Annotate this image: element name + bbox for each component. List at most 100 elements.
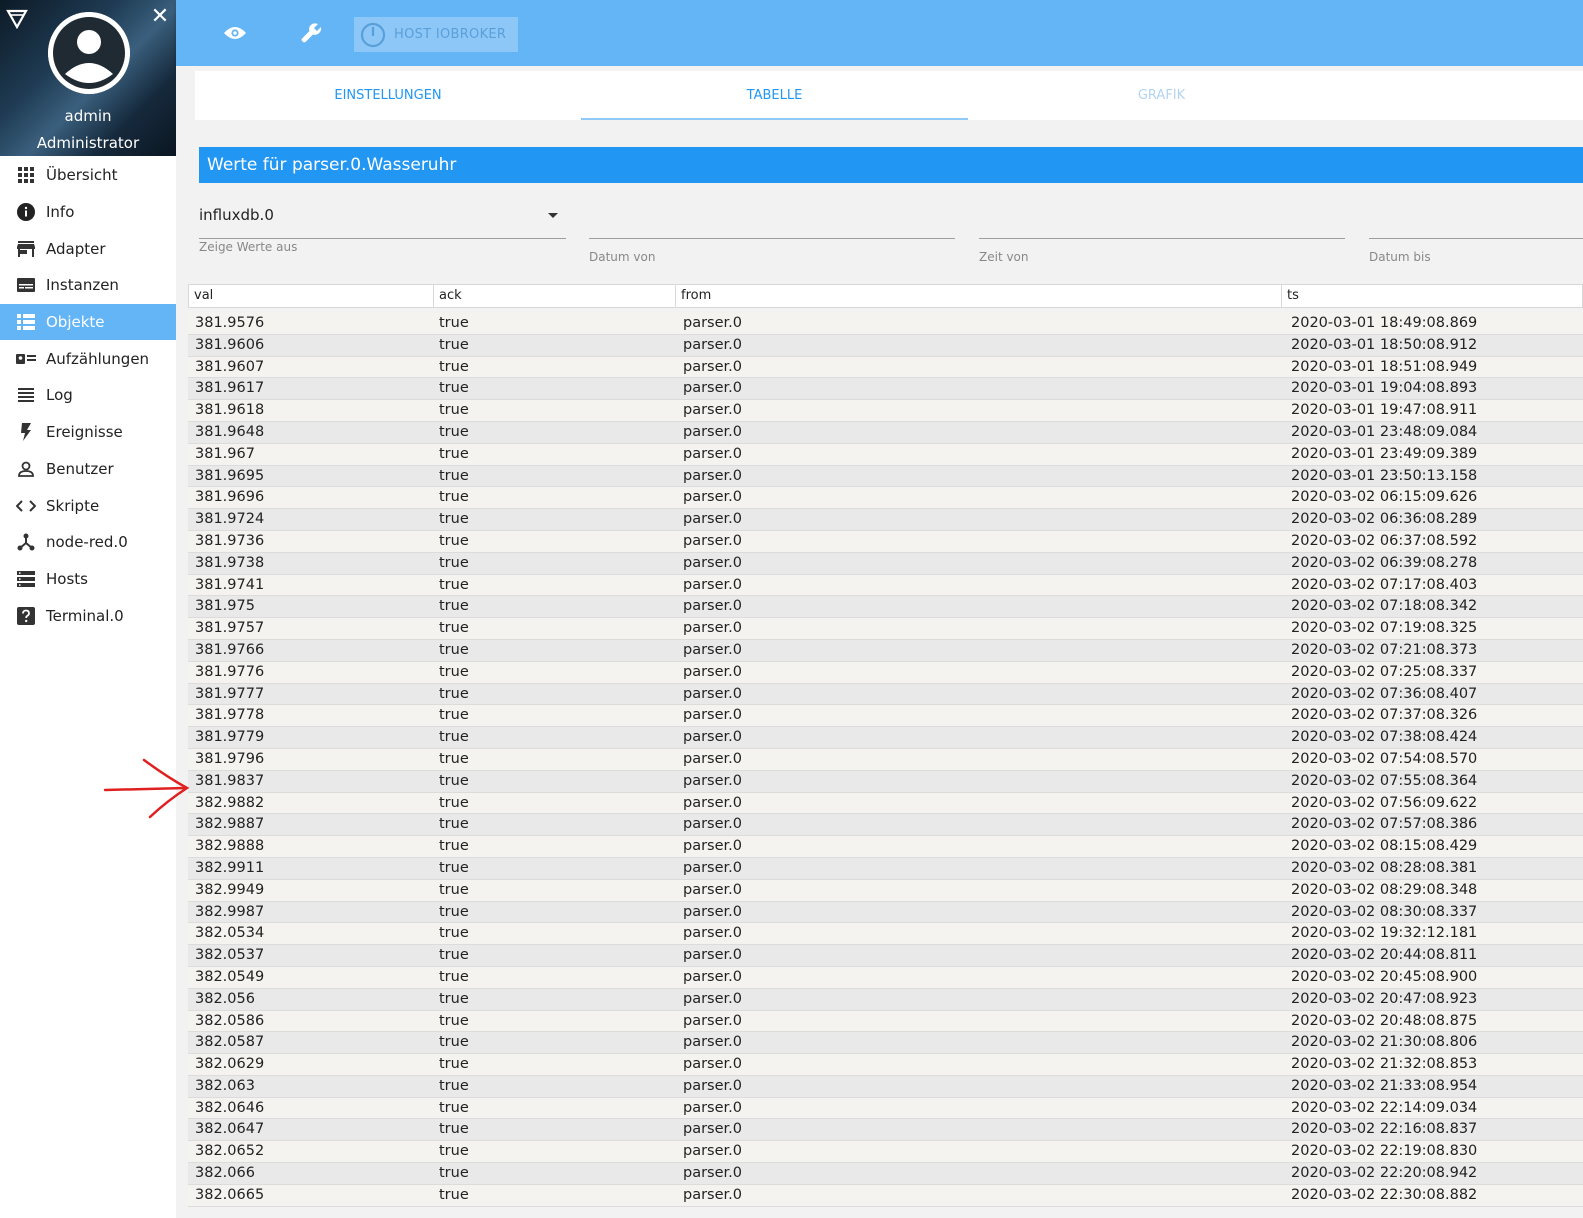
sidebar-item-terminal[interactable]: Terminal.0 bbox=[0, 597, 176, 634]
tab-grafik[interactable]: GRAFIK bbox=[968, 71, 1355, 120]
close-sidebar-icon[interactable]: ✕ bbox=[149, 6, 171, 28]
cell-ack: true bbox=[439, 336, 469, 353]
table-row[interactable]: 382.9888 true parser.0 2020-03-02 08:15:08.… bbox=[188, 836, 1583, 858]
host-button-label: HOST IOBROKER bbox=[394, 27, 507, 42]
table-row[interactable]: 381.967 true parser.0 2020-03-01 23:49:09.3… bbox=[188, 443, 1583, 466]
table-row[interactable]: 381.9696 true parser.0 2020-03-02 06:15:09.… bbox=[188, 487, 1583, 510]
cell-ack: true bbox=[439, 838, 469, 855]
cell-from: parser.0 bbox=[683, 1143, 742, 1160]
table-row[interactable]: 381.9648 true parser.0 2020-03-01 23:48:09.… bbox=[188, 421, 1583, 444]
sidebar-item-uebersicht[interactable]: Übersicht bbox=[0, 157, 176, 194]
cell-val: 381.9738 bbox=[195, 554, 265, 571]
column-header-val[interactable]: val bbox=[189, 285, 434, 307]
table-row[interactable]: 382.0629 true parser.0 2020-03-02 21:32:08.… bbox=[188, 1054, 1583, 1076]
cell-ts: 2020-03-02 22:19:08.830 bbox=[1291, 1143, 1478, 1160]
sidebar-item-label: node-red.0 bbox=[46, 533, 128, 552]
tab-label: EINSTELLUNGEN bbox=[334, 88, 442, 103]
table-row[interactable]: 381.9766 true parser.0 2020-03-02 07:21:08.… bbox=[188, 639, 1583, 662]
table-row[interactable]: 381.9736 true parser.0 2020-03-02 06:37:08.… bbox=[188, 530, 1583, 553]
cell-ts: 2020-03-02 08:15:08.429 bbox=[1291, 838, 1478, 855]
table-row[interactable]: 381.9695 true parser.0 2020-03-01 23:50:13.… bbox=[188, 465, 1583, 488]
table-row[interactable]: 381.9606 true parser.0 2020-03-01 18:50:08.… bbox=[188, 334, 1583, 357]
table-row[interactable]: 381.9738 true parser.0 2020-03-02 06:39:08.… bbox=[188, 552, 1583, 575]
history-table: val ack from ts 381.9576 true parser.0 2020… bbox=[188, 284, 1583, 1207]
sidebar-item-skripte[interactable]: Skripte bbox=[0, 487, 176, 524]
table-row[interactable]: 382.0587 true parser.0 2020-03-02 21:30:08.… bbox=[188, 1032, 1583, 1055]
log-lines-icon bbox=[16, 385, 36, 405]
table-row[interactable]: 381.9796 true parser.0 2020-03-02 07:54:08.… bbox=[188, 748, 1583, 771]
sidebar-item-node-red[interactable]: node-red.0 bbox=[0, 524, 176, 561]
cell-ts: 2020-03-02 21:30:08.806 bbox=[1291, 1034, 1478, 1051]
sidebar-item-log[interactable]: Log bbox=[0, 377, 176, 414]
cell-ack: true bbox=[439, 859, 469, 876]
table-row[interactable]: 381.9777 true parser.0 2020-03-02 07:36:08.… bbox=[188, 683, 1583, 706]
cell-ts: 2020-03-02 07:38:08.424 bbox=[1291, 729, 1478, 746]
sidebar-item-objekte[interactable]: Objekte bbox=[0, 303, 176, 341]
tab-tabelle[interactable]: TABELLE bbox=[581, 71, 968, 120]
cell-ts: 2020-03-02 07:37:08.326 bbox=[1291, 707, 1478, 724]
cell-from: parser.0 bbox=[683, 663, 742, 680]
wrench-icon[interactable] bbox=[295, 16, 329, 50]
host-iobroker-button[interactable]: HOST IOBROKER bbox=[354, 17, 518, 52]
cell-ack: true bbox=[439, 402, 469, 419]
sidebar-item-adapter[interactable]: Adapter bbox=[0, 230, 176, 267]
cell-ts: 2020-03-02 08:29:08.348 bbox=[1291, 881, 1478, 898]
table-row[interactable]: 381.975 true parser.0 2020-03-02 07:18:08.3… bbox=[188, 596, 1583, 619]
cell-ack: true bbox=[439, 707, 469, 724]
sidebar-item-aufzaehlungen[interactable]: Aufzählungen bbox=[0, 340, 176, 377]
table-row[interactable]: 382.0665 true parser.0 2020-03-02 22:30:08.… bbox=[188, 1184, 1583, 1207]
table-row[interactable]: 382.0646 true parser.0 2020-03-02 22:14:09.… bbox=[188, 1097, 1583, 1120]
table-row[interactable]: 381.9837 true parser.0 2020-03-02 07:55:08.… bbox=[188, 770, 1583, 793]
iobroker-logo-icon[interactable] bbox=[6, 9, 28, 29]
table-row[interactable]: 382.063 true parser.0 2020-03-02 21:33:08.9… bbox=[188, 1075, 1583, 1098]
column-header-from[interactable]: from bbox=[676, 285, 1282, 307]
sidebar-item-ereignisse[interactable]: Ereignisse bbox=[0, 414, 176, 451]
cell-val: 381.9724 bbox=[195, 511, 265, 528]
table-row[interactable]: 382.056 true parser.0 2020-03-02 20:47:08.9… bbox=[188, 988, 1583, 1011]
table-row[interactable]: 381.9618 true parser.0 2020-03-01 19:47:08.… bbox=[188, 400, 1583, 422]
table-row[interactable]: 381.9724 true parser.0 2020-03-02 06:36:08.… bbox=[188, 509, 1583, 531]
table-row[interactable]: 381.9617 true parser.0 2020-03-01 19:04:08.… bbox=[188, 378, 1583, 401]
table-row[interactable]: 381.9607 true parser.0 2020-03-01 18:51:08.… bbox=[188, 356, 1583, 379]
table-row[interactable]: 382.0647 true parser.0 2020-03-02 22:16:08.… bbox=[188, 1119, 1583, 1142]
cell-from: parser.0 bbox=[683, 576, 742, 593]
tab-einstellungen[interactable]: EINSTELLUNGEN bbox=[195, 71, 581, 120]
table-row[interactable]: 382.0534 true parser.0 2020-03-02 19:32:12.… bbox=[188, 923, 1583, 946]
table-row[interactable]: 382.9987 true parser.0 2020-03-02 08:30:08.… bbox=[188, 901, 1583, 924]
table-row[interactable]: 381.9778 true parser.0 2020-03-02 07:37:08.… bbox=[188, 705, 1583, 728]
cell-val: 382.0652 bbox=[195, 1143, 265, 1160]
sidebar-item-benutzer[interactable]: Benutzer bbox=[0, 451, 176, 488]
cell-val: 382.9949 bbox=[195, 881, 265, 898]
sidebar-item-info[interactable]: Info bbox=[0, 194, 176, 231]
table-row[interactable]: 382.9949 true parser.0 2020-03-02 08:29:08.… bbox=[188, 879, 1583, 902]
column-header-ts[interactable]: ts bbox=[1282, 285, 1582, 307]
cell-val: 381.9576 bbox=[195, 315, 265, 331]
table-row[interactable]: 382.0549 true parser.0 2020-03-02 20:45:08.… bbox=[188, 966, 1583, 989]
eye-icon[interactable] bbox=[218, 16, 252, 50]
table-row[interactable]: 381.9757 true parser.0 2020-03-02 07:19:08.… bbox=[188, 618, 1583, 640]
table-row[interactable]: 381.9576 true parser.0 2020-03-01 18:49:08.… bbox=[188, 313, 1583, 335]
cell-from: parser.0 bbox=[683, 1077, 742, 1094]
table-row[interactable]: 382.066 true parser.0 2020-03-02 22:20:08.9… bbox=[188, 1163, 1583, 1185]
cell-ack: true bbox=[439, 1121, 469, 1138]
sidebar-item-hosts[interactable]: Hosts bbox=[0, 561, 176, 598]
table-row[interactable]: 382.0537 true parser.0 2020-03-02 20:44:08.… bbox=[188, 945, 1583, 967]
cell-ts: 2020-03-02 21:32:08.853 bbox=[1291, 1056, 1478, 1073]
cell-ts: 2020-03-02 07:19:08.325 bbox=[1291, 620, 1478, 637]
table-row[interactable]: 382.9887 true parser.0 2020-03-02 07:57:08.… bbox=[188, 814, 1583, 837]
table-row[interactable]: 382.9882 true parser.0 2020-03-02 07:56:09.… bbox=[188, 792, 1583, 815]
sidebar-item-instanzen[interactable]: Instanzen bbox=[0, 267, 176, 304]
cell-ts: 2020-03-02 08:30:08.337 bbox=[1291, 903, 1478, 920]
table-row[interactable]: 381.9779 true parser.0 2020-03-02 07:38:08.… bbox=[188, 727, 1583, 749]
table-row[interactable]: 382.9911 true parser.0 2020-03-02 08:28:08.… bbox=[188, 857, 1583, 880]
cell-ack: true bbox=[439, 576, 469, 593]
table-row[interactable]: 382.0652 true parser.0 2020-03-02 22:19:08.… bbox=[188, 1141, 1583, 1164]
column-header-ack[interactable]: ack bbox=[434, 285, 676, 307]
cell-val: 382.0587 bbox=[195, 1034, 265, 1051]
table-row[interactable]: 382.0586 true parser.0 2020-03-02 20:48:08.… bbox=[188, 1010, 1583, 1033]
user-name: admin bbox=[64, 107, 112, 125]
sidebar-item-label: Hosts bbox=[46, 569, 88, 588]
cell-val: 381.9766 bbox=[195, 641, 265, 658]
table-row[interactable]: 381.9741 true parser.0 2020-03-02 07:17:08.… bbox=[188, 574, 1583, 597]
table-row[interactable]: 381.9776 true parser.0 2020-03-02 07:25:08.… bbox=[188, 661, 1583, 684]
